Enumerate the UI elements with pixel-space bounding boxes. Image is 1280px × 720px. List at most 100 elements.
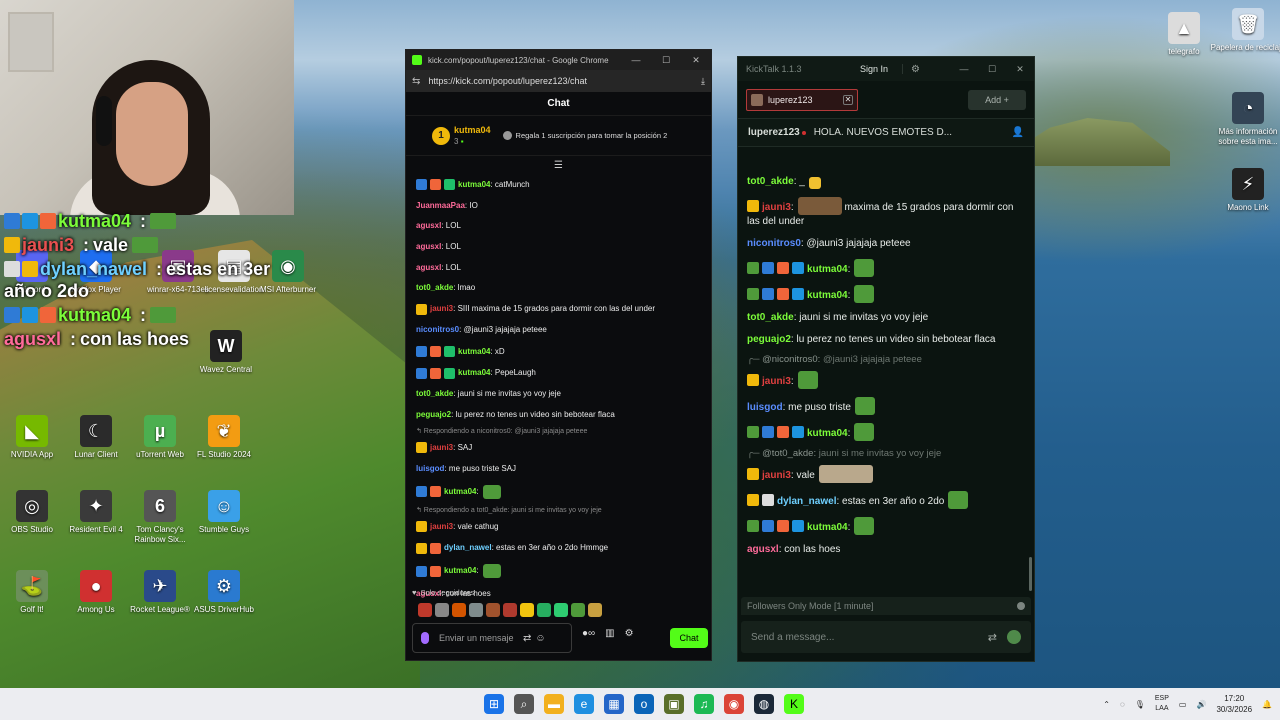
start-icon[interactable]: ⊞ <box>484 694 504 714</box>
chat-username[interactable]: jauni3 <box>762 470 791 481</box>
chat-username[interactable]: kutma04 <box>458 180 490 190</box>
address-url[interactable]: https://kick.com/popout/luperez123/chat <box>428 76 701 86</box>
close-icon[interactable]: ✕ <box>1006 64 1034 75</box>
chat-username[interactable]: JuanmaaPaa <box>416 201 465 211</box>
kicktalk-window[interactable]: KickTalk 1.1.3 Sign In ⚙ — ☐ ✕ luperez12… <box>737 56 1035 662</box>
chat-username[interactable]: kutma04 <box>807 428 848 439</box>
desktop-icon[interactable]: ⚡ Maono Link <box>1210 168 1280 213</box>
chat-username[interactable]: agusxl <box>747 544 779 555</box>
emote-quick-bar[interactable] <box>418 603 602 617</box>
kick-icon[interactable]: K <box>784 694 804 714</box>
desktop-icon[interactable]: ⚙ ASUS DriverHub <box>186 570 262 615</box>
chat-username[interactable]: kutma04 <box>458 347 490 357</box>
chat-username[interactable]: agusxl <box>416 263 441 273</box>
chat-username[interactable]: kutma04 <box>458 368 490 378</box>
chrome-icon[interactable]: ◉ <box>724 694 744 714</box>
game-app-icon[interactable]: ▣ <box>664 694 684 714</box>
minimize-icon[interactable]: — <box>621 55 651 65</box>
chat-message[interactable]: tot0_akde: jauni si me invitas yo voy je… <box>416 384 701 405</box>
chat-message[interactable]: peguajo2: lu perez no tenes un video sin… <box>747 329 1019 351</box>
chat-message[interactable]: agusxl: con las hoes <box>747 539 1019 561</box>
notification-bell-icon[interactable]: 🔔 <box>1262 700 1272 709</box>
chat-message[interactable]: kutma04: <box>416 559 701 584</box>
top-gifter-username[interactable]: kutma04 <box>454 125 491 136</box>
chat-username[interactable]: agusxl <box>416 221 441 231</box>
search-icon[interactable]: ⌕ <box>514 694 534 714</box>
chat-username[interactable]: tot0_akde <box>416 283 453 293</box>
emote-icon[interactable] <box>435 603 449 617</box>
kicktalk-titlebar[interactable]: KickTalk 1.1.3 Sign In ⚙ — ☐ ✕ <box>738 57 1034 81</box>
chat-message[interactable]: jauni3: vale cathug <box>416 516 701 538</box>
add-channel-button[interactable]: Add + <box>968 89 1026 110</box>
gift-sub-prompt[interactable]: Regala 1 suscripción para tomar la posic… <box>502 131 667 140</box>
desktop-icon[interactable]: 🗑 Papelera de reciclaje <box>1210 8 1280 53</box>
volume-icon[interactable]: 🔊 <box>1196 700 1206 709</box>
emote-icon[interactable] <box>571 603 585 617</box>
chrome-titlebar[interactable]: kick.com/popout/luperez123/chat - Google… <box>406 50 711 70</box>
chat-message[interactable]: kutma04: <box>747 513 1019 539</box>
emote-icon[interactable] <box>554 603 568 617</box>
chat-message[interactable]: kutma04: PepeLaugh <box>416 362 701 384</box>
stream-channel-name[interactable]: luperez123 <box>748 127 800 138</box>
file-explorer-icon[interactable]: ▬ <box>544 694 564 714</box>
emote-icon[interactable] <box>520 603 534 617</box>
chat-message[interactable]: kutma04: <box>747 281 1019 307</box>
monitor-icon[interactable]: ▭ <box>1179 700 1187 709</box>
settings-gear-icon[interactable]: ⚙ <box>911 64 920 75</box>
desktop-icon[interactable]: ☺ Stumble Guys <box>186 490 262 535</box>
chat-message[interactable]: jauni3: <box>747 367 1019 393</box>
scrollbar-thumb[interactable] <box>1029 557 1032 591</box>
chat-message[interactable]: niconitros0: @jauni3 jajajaja peteee <box>416 320 701 341</box>
chat-message[interactable]: kutma04: <box>747 255 1019 281</box>
desktop-icon[interactable]: ◔ Más información sobre esta ima... <box>1210 92 1280 147</box>
microphone-icon[interactable] <box>421 632 429 644</box>
settings-gear-icon[interactable]: ⚙ <box>625 628 634 639</box>
chat-message[interactable]: dylan_nawel: estas en 3er año o 2do <box>747 487 1019 513</box>
emote-icon[interactable] <box>588 603 602 617</box>
ms-store-icon[interactable]: ▦ <box>604 694 624 714</box>
chrome-address-bar[interactable]: ⇆ https://kick.com/popout/luperez123/cha… <box>406 70 711 92</box>
chat-message[interactable]: luisgod: me puso triste <box>747 393 1019 419</box>
taskbar-clock[interactable]: 17:20 30/3/2026 <box>1216 693 1252 715</box>
emote-icon[interactable] <box>452 603 466 617</box>
minimize-icon[interactable]: — <box>950 64 978 74</box>
chat-username[interactable]: kutma04 <box>807 522 848 533</box>
emote-icon[interactable] <box>418 603 432 617</box>
send-chat-button[interactable]: Chat <box>670 628 708 648</box>
chat-username[interactable]: kutma04 <box>444 487 476 497</box>
chat-username[interactable]: peguajo2 <box>747 334 791 345</box>
translate-icon[interactable]: ⇄ <box>523 633 531 644</box>
chat-message[interactable]: jauni3: SIII maxima de 15 grados para do… <box>416 299 701 321</box>
maximize-icon[interactable]: ☐ <box>651 55 681 66</box>
emote-icon[interactable] <box>503 603 517 617</box>
chat-message[interactable]: kutma04: <box>747 419 1019 445</box>
chat-message[interactable]: jauni3: SAJ <box>416 437 701 459</box>
chat-username[interactable]: niconitros0 <box>747 238 801 249</box>
chat-message[interactable]: dylan_nawel: estas en 3er año o 2do Hmmg… <box>416 538 701 560</box>
chat-username[interactable]: tot0_akde <box>747 176 794 187</box>
chat-message[interactable]: kutma04: <box>416 479 701 504</box>
chat-username[interactable]: kutma04 <box>807 264 848 275</box>
chat-username[interactable]: luisgod <box>416 464 444 474</box>
chat-username[interactable]: luisgod <box>747 402 783 413</box>
chat-username[interactable]: jauni3 <box>762 202 791 213</box>
kick-message-input[interactable]: Enviar un mensaje ⇄ ☺ <box>412 623 572 653</box>
edge-icon[interactable]: e <box>574 694 594 714</box>
kick-chat-message-list[interactable]: kutma04: catMunch JuanmaaPaa: IO agusxl: L… <box>406 174 711 634</box>
chat-message[interactable]: kutma04: xD <box>416 341 701 363</box>
chat-username[interactable]: kutma04 <box>807 290 848 301</box>
maximize-icon[interactable]: ☐ <box>978 64 1006 75</box>
desktop-icon[interactable]: ❦ FL Studio 2024 <box>186 415 262 460</box>
info-icon[interactable] <box>1017 602 1025 610</box>
close-icon[interactable]: ✕ <box>681 55 711 66</box>
site-settings-icon[interactable]: ⇆ <box>412 76 420 87</box>
chat-message[interactable]: agusxl: LOL <box>416 237 701 258</box>
translate-icon[interactable]: ⇄ <box>988 631 997 644</box>
tab-luperez123[interactable]: luperez123 ✕ <box>746 88 858 111</box>
chat-message[interactable]: luisgod: me puso triste SAJ <box>416 459 701 480</box>
chat-username[interactable]: jauni3 <box>430 304 453 314</box>
language-indicator[interactable]: ESP LAA <box>1155 694 1169 714</box>
emote-icon[interactable] <box>537 603 551 617</box>
kicktalk-message-list[interactable]: tot0_akde: _ jauni3: maxima de 15 grados … <box>738 171 1028 591</box>
download-icon[interactable]: ⤓ <box>701 76 705 87</box>
